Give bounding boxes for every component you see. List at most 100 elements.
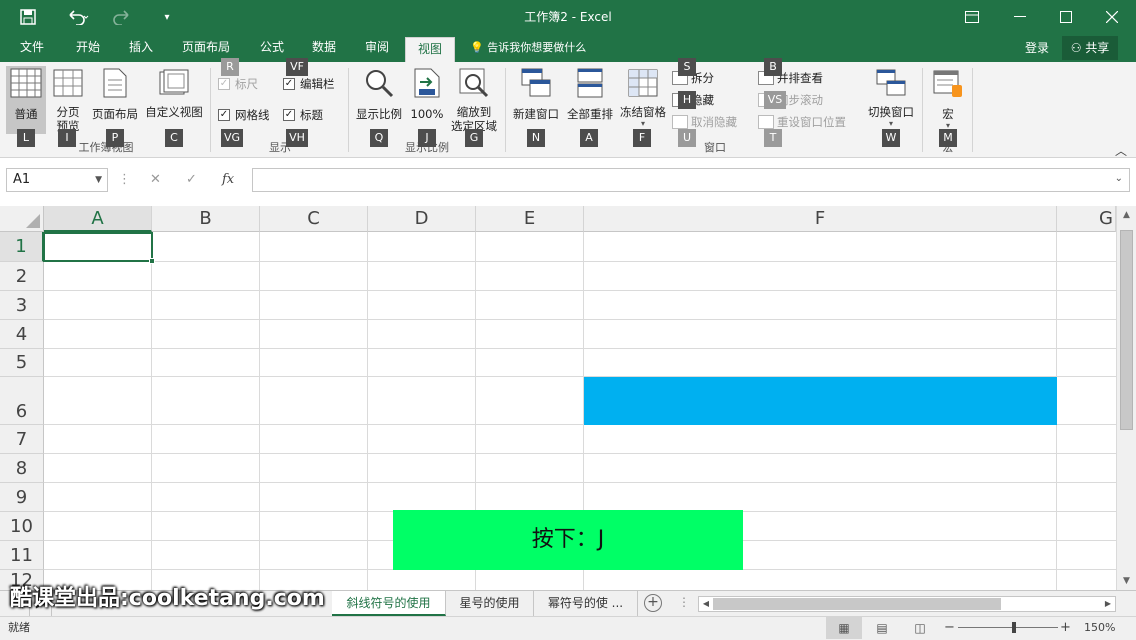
zoom-100-button[interactable]: 100% <box>408 66 446 134</box>
zoom-slider-knob[interactable] <box>1012 622 1016 633</box>
page-break-preview-button[interactable]: 分页 预览 <box>48 66 88 134</box>
column-header-e[interactable]: E <box>476 206 584 232</box>
row-header-8[interactable]: 8 <box>0 454 44 483</box>
zoom-button[interactable]: 显示比例 <box>352 66 406 134</box>
zoom-label: 显示比例 <box>356 107 402 121</box>
freeze-panes-button[interactable]: 冻结窗格 ▾ <box>617 66 669 134</box>
new-window-button[interactable]: 新建窗口 <box>510 66 562 134</box>
column-header-f[interactable]: F <box>584 206 1057 232</box>
sheet-tab-3[interactable]: 幂符号的使 ... <box>534 591 638 616</box>
freeze-panes-icon <box>628 69 658 97</box>
keytip-unhide: U <box>678 129 696 147</box>
add-sheet-icon[interactable]: + <box>644 594 662 612</box>
ruler-checkbox[interactable]: ✓ 标尺 <box>218 76 258 92</box>
gridlines-checkbox[interactable]: ✓ 网格线 <box>218 107 270 123</box>
worksheet-grid[interactable]: A B C D E F G 1 2 3 4 5 6 7 8 9 10 11 12… <box>0 206 1136 590</box>
custom-views-button[interactable]: 自定义视图 <box>142 66 206 134</box>
column-header-g[interactable]: G <box>1057 206 1116 232</box>
zoom-100-label: 100% <box>410 107 444 121</box>
status-ready: 就绪 <box>8 621 30 634</box>
column-header-b[interactable]: B <box>152 206 260 232</box>
share-button[interactable]: ⚇ 共享 <box>1062 36 1118 60</box>
group-window: 窗口 <box>704 141 726 154</box>
maximize-icon[interactable] <box>1042 0 1090 34</box>
normal-view-button[interactable]: 普通 <box>6 66 46 134</box>
page-layout-status-icon[interactable]: ▤ <box>864 617 900 639</box>
sheet-tab-2[interactable]: 星号的使用 <box>446 591 534 616</box>
vertical-scrollbar[interactable]: ▲ ▼ <box>1116 206 1136 590</box>
switch-windows-button[interactable]: 切换窗口 ▾ <box>864 66 918 134</box>
zoom-slider[interactable] <box>958 627 1058 628</box>
zoom-in-icon[interactable]: + <box>1060 617 1071 639</box>
tell-me-box[interactable]: 💡 告诉我你想要做什么 <box>470 34 586 62</box>
reset-position-button[interactable]: 重设窗口位置 <box>758 114 846 130</box>
unhide-button[interactable]: 取消隐藏 <box>672 114 737 130</box>
row-header-1[interactable]: 1 <box>0 232 44 262</box>
chevron-down-icon: ▼ <box>95 175 102 185</box>
login-link[interactable]: 登录 <box>1025 34 1049 62</box>
insert-function-icon[interactable]: fx <box>222 168 234 192</box>
fill-handle[interactable] <box>149 258 155 264</box>
normal-view-status-icon[interactable]: ▦ <box>826 617 862 639</box>
row-header-4[interactable]: 4 <box>0 320 44 349</box>
arrange-all-button[interactable]: 全部重排 <box>564 66 616 134</box>
scroll-up-icon[interactable]: ▲ <box>1117 206 1136 224</box>
ribbon-display-icon[interactable] <box>948 0 996 34</box>
vertical-scroll-thumb[interactable] <box>1120 230 1133 430</box>
switch-windows-label: 切换窗口 <box>868 105 914 119</box>
row-header-7[interactable]: 7 <box>0 425 44 454</box>
tab-view[interactable]: 视图 <box>405 37 455 62</box>
keytip-page-layout: P <box>106 129 124 147</box>
switch-windows-icon <box>876 69 906 96</box>
headings-checkbox[interactable]: ✓ 标题 <box>283 107 323 123</box>
select-all-corner[interactable] <box>0 206 44 232</box>
tab-data[interactable]: 数据 <box>302 34 346 62</box>
tab-review[interactable]: 审阅 <box>355 34 399 62</box>
scroll-down-icon[interactable]: ▼ <box>1117 572 1136 590</box>
scroll-right-icon[interactable]: ▶ <box>1101 597 1115 611</box>
unhide-label: 取消隐藏 <box>691 115 737 129</box>
row-header-5[interactable]: 5 <box>0 349 44 377</box>
tab-file[interactable]: 文件 <box>10 34 54 62</box>
sheet-tab-1[interactable]: 斜线符号的使用 <box>332 591 446 616</box>
formula-bar-label: 编辑栏 <box>300 77 335 91</box>
ribbon-separator <box>210 68 211 152</box>
formula-bar-checkbox[interactable]: ✓ 编辑栏 <box>283 76 335 92</box>
tab-home[interactable]: 开始 <box>66 34 110 62</box>
lightbulb-icon: 💡 <box>470 41 484 54</box>
close-icon[interactable] <box>1088 0 1136 34</box>
row-header-6[interactable]: 6 <box>0 377 44 425</box>
column-header-a[interactable]: A <box>44 206 152 232</box>
collapse-ribbon-icon[interactable]: ︿ <box>1115 142 1127 159</box>
zoom-level[interactable]: 150% <box>1084 617 1115 639</box>
minimize-icon[interactable] <box>996 0 1044 34</box>
row-header-2[interactable]: 2 <box>0 262 44 291</box>
name-box[interactable]: A1 ▼ <box>6 168 108 192</box>
enter-icon[interactable]: ✓ <box>186 168 197 192</box>
tab-insert[interactable]: 插入 <box>119 34 163 62</box>
horizontal-scrollbar[interactable]: ◀ ▶ <box>698 596 1116 612</box>
column-header-d[interactable]: D <box>368 206 476 232</box>
keytip-page-break: I <box>58 129 76 147</box>
zoom-out-icon[interactable]: − <box>944 617 955 639</box>
freeze-panes-label: 冻结窗格 <box>620 105 666 119</box>
page-layout-icon <box>103 68 127 98</box>
splitter-dots-icon[interactable]: ⋮ <box>678 595 690 609</box>
expand-formula-icon[interactable]: ⌄ <box>1115 173 1123 184</box>
row-header-3[interactable]: 3 <box>0 291 44 320</box>
keytip-freeze-panes: F <box>633 129 651 147</box>
horizontal-scroll-thumb[interactable] <box>713 598 1001 610</box>
macros-button[interactable]: 宏 ▾ <box>928 66 968 134</box>
column-header-c[interactable]: C <box>260 206 368 232</box>
cancel-icon[interactable]: ✕ <box>150 168 161 192</box>
page-break-status-icon[interactable]: ◫ <box>902 617 938 639</box>
keytip-split: S <box>678 58 696 76</box>
scroll-left-icon[interactable]: ◀ <box>699 597 713 611</box>
row-header-11[interactable]: 11 <box>0 541 44 570</box>
row-header-9[interactable]: 9 <box>0 483 44 512</box>
active-cell-a1[interactable] <box>43 232 155 264</box>
formula-input[interactable]: ⌄ <box>252 168 1130 192</box>
row-header-10[interactable]: 10 <box>0 512 44 541</box>
page-layout-view-button[interactable]: 页面布局 <box>89 66 141 134</box>
zoom-to-selection-button[interactable]: 缩放到 选定区域 <box>448 66 500 134</box>
